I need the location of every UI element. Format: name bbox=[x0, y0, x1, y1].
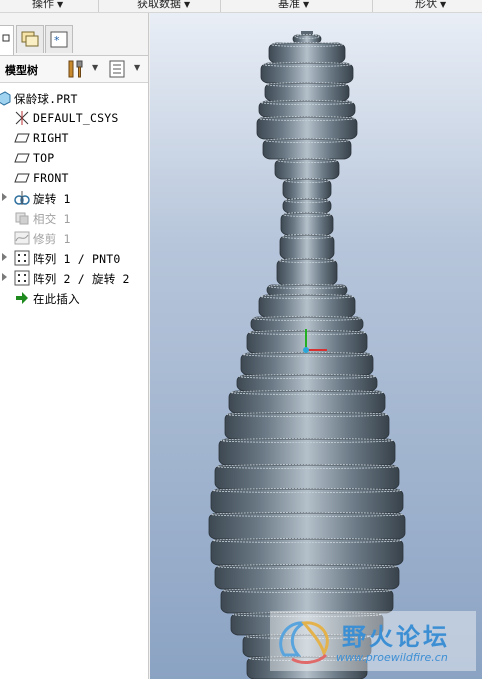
datum-plane-icon bbox=[14, 173, 30, 183]
tree-item-part[interactable]: 保龄球.PRT bbox=[0, 88, 148, 108]
pin-band bbox=[282, 178, 332, 200]
pattern-icon bbox=[14, 270, 30, 286]
menu-operations-label: 操作 bbox=[32, 0, 54, 10]
folder-browser-tab[interactable] bbox=[16, 25, 44, 53]
pin-band bbox=[210, 538, 404, 566]
watermark-url: www.proewildfire.cn bbox=[336, 651, 448, 664]
tree-item-pattern-2[interactable]: 阵列 2 / 旋转 2 bbox=[0, 268, 148, 288]
navigator-panel: * 模型树 ▼ ▼ 保龄球.PRT DEFAULT_CSYS RIGHT TOP… bbox=[0, 13, 149, 679]
pin-band bbox=[250, 316, 364, 332]
model-tree-title: 模型树 bbox=[5, 64, 38, 77]
tree-item-label: 在此插入 bbox=[33, 292, 80, 306]
tree-settings-icon[interactable] bbox=[66, 59, 86, 79]
expand-arrow-icon[interactable] bbox=[2, 193, 7, 201]
tree-item-intersect-1[interactable]: 相交 1 bbox=[0, 208, 148, 228]
menu-shapes[interactable]: 形状 ▼ bbox=[415, 0, 446, 11]
csys-icon bbox=[15, 111, 29, 125]
menu-bar: 操作 ▼ 获取数据 ▼ 基准 ▼ 形状 ▼ bbox=[0, 0, 482, 13]
chevron-down-icon[interactable]: ▼ bbox=[134, 63, 140, 72]
pin-band bbox=[224, 412, 390, 440]
favorites-tab[interactable]: * bbox=[45, 25, 73, 53]
navigator-tab-strip: * bbox=[0, 13, 148, 56]
favorites-tab-icon: * bbox=[50, 31, 68, 48]
tree-item-label: FRONT bbox=[33, 171, 69, 185]
menu-get-data-label: 获取数据 bbox=[137, 0, 181, 10]
menu-divider bbox=[220, 0, 221, 12]
part-icon bbox=[0, 91, 11, 106]
intersect-icon bbox=[15, 212, 29, 225]
model-tree-header: 模型树 ▼ ▼ bbox=[0, 56, 148, 83]
datum-plane-icon bbox=[14, 153, 30, 163]
tree-item-label: DEFAULT_CSYS bbox=[33, 111, 119, 125]
pin-band bbox=[236, 374, 378, 392]
chevron-down-icon[interactable]: ▼ bbox=[92, 63, 98, 72]
tree-item-label: 修剪 1 bbox=[33, 232, 71, 246]
tree-item-label: 保龄球.PRT bbox=[14, 92, 78, 106]
watermark: 野火论坛 www.proewildfire.cn bbox=[270, 611, 476, 671]
tree-item-insert-here[interactable]: 在此插入 bbox=[0, 288, 148, 308]
tree-item-label: 相交 1 bbox=[33, 212, 71, 226]
tree-item-label: 阵列 2 / 旋转 2 bbox=[33, 272, 130, 286]
chevron-down-icon: ▼ bbox=[303, 0, 310, 9]
revolve-icon bbox=[14, 191, 30, 205]
pin-band bbox=[292, 34, 322, 44]
bowling-pin-model[interactable] bbox=[150, 13, 482, 679]
chevron-down-icon: ▼ bbox=[184, 0, 191, 9]
tree-item-front-plane[interactable]: FRONT bbox=[0, 168, 148, 188]
menu-operations[interactable]: 操作 ▼ bbox=[32, 0, 63, 11]
pin-band bbox=[276, 258, 338, 286]
pin-band bbox=[218, 438, 396, 466]
graphics-viewport[interactable]: 野火论坛 www.proewildfire.cn bbox=[150, 13, 482, 679]
tree-item-label: 旋转 1 bbox=[33, 192, 71, 206]
svg-text:*: * bbox=[54, 34, 60, 47]
menu-get-data[interactable]: 获取数据 ▼ bbox=[137, 0, 190, 11]
pattern-icon bbox=[14, 250, 30, 266]
tree-columns-icon[interactable] bbox=[109, 60, 125, 78]
menu-divider bbox=[98, 0, 99, 12]
pin-band bbox=[208, 512, 406, 540]
menu-shapes-label: 形状 bbox=[415, 0, 437, 10]
folder-browser-tab-icon bbox=[21, 31, 39, 47]
expand-arrow-icon[interactable] bbox=[2, 253, 7, 261]
tree-item-trim-1[interactable]: 修剪 1 bbox=[0, 228, 148, 248]
tree-item-top-plane[interactable]: TOP bbox=[0, 148, 148, 168]
tree-item-label: 阵列 1 / PNT0 bbox=[33, 252, 121, 266]
chevron-down-icon: ▼ bbox=[440, 0, 447, 9]
chevron-down-icon: ▼ bbox=[57, 0, 64, 9]
watermark-brand: 野火论坛 bbox=[342, 623, 450, 651]
model-tree-tab[interactable] bbox=[0, 25, 14, 55]
tree-item-label: RIGHT bbox=[33, 131, 69, 145]
pin-band bbox=[266, 284, 348, 296]
trim-icon bbox=[14, 231, 30, 245]
watermark-logo-icon bbox=[279, 621, 329, 664]
tree-item-label: TOP bbox=[33, 151, 55, 165]
menu-datum[interactable]: 基准 ▼ bbox=[278, 0, 309, 11]
tree-item-right-plane[interactable]: RIGHT bbox=[0, 128, 148, 148]
menu-divider bbox=[372, 0, 373, 12]
tree-item-revolve-1[interactable]: 旋转 1 bbox=[0, 188, 148, 208]
insert-here-arrow-icon bbox=[16, 292, 28, 304]
menu-datum-label: 基准 bbox=[278, 0, 300, 10]
pin-bands bbox=[208, 31, 406, 679]
pin-band bbox=[282, 198, 332, 214]
tree-item-pattern-1[interactable]: 阵列 1 / PNT0 bbox=[0, 248, 148, 268]
expand-arrow-icon[interactable] bbox=[2, 273, 7, 281]
tree-item-csys[interactable]: DEFAULT_CSYS bbox=[0, 108, 148, 128]
pin-band bbox=[258, 100, 356, 118]
datum-plane-icon bbox=[14, 133, 30, 143]
model-tree-tab-icon bbox=[2, 34, 10, 42]
